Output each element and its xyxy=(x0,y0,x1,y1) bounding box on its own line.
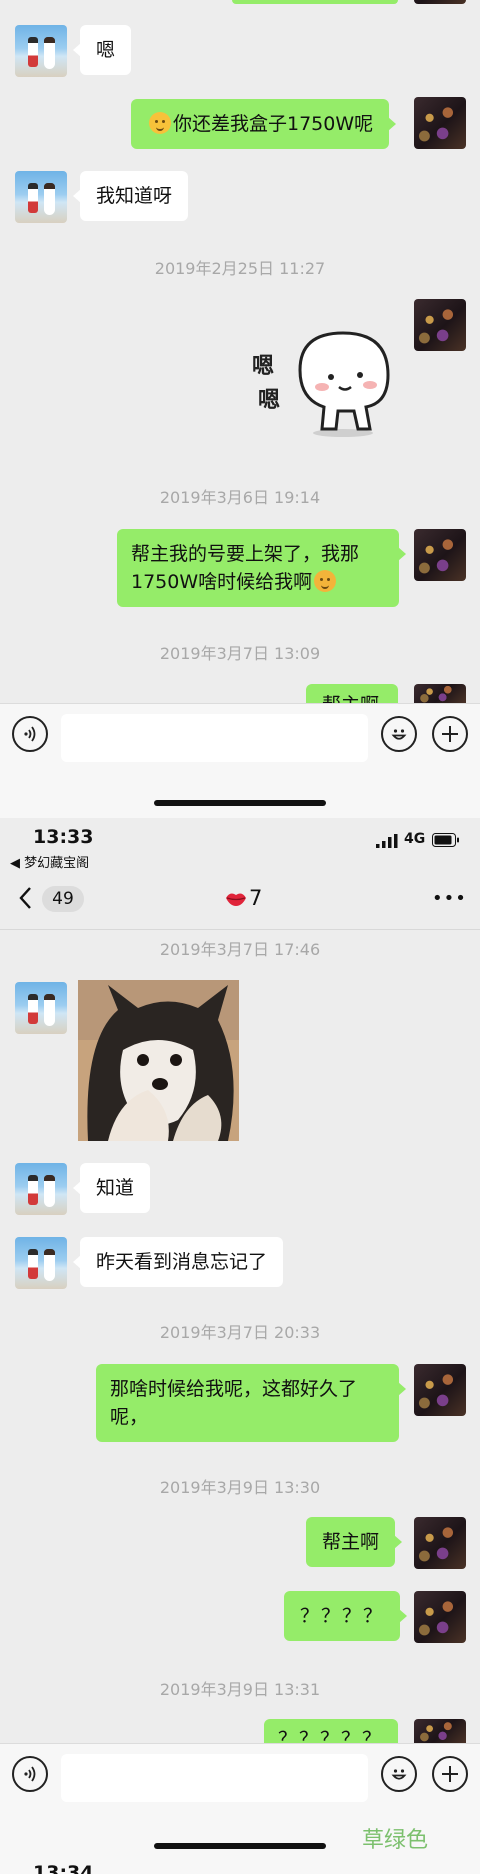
message-input[interactable] xyxy=(61,1754,368,1802)
bottom-clock: 13:34 xyxy=(33,1862,94,1874)
unread-badge[interactable]: 49 xyxy=(42,886,84,912)
cut-message-bubble: ？？？？？ xyxy=(264,1719,398,1743)
message-bubble[interactable]: 我知道呀 xyxy=(72,171,189,221)
watermark: 草绿色 xyxy=(362,1828,429,1853)
message-bubble[interactable]: 帮主我的号要上架了，我那 1750W啥时候给我啊 xyxy=(117,529,406,607)
emoji-icon[interactable] xyxy=(381,716,417,752)
chat-input-bar xyxy=(0,703,480,818)
voice-icon[interactable] xyxy=(12,716,48,752)
network-label: 4G xyxy=(404,831,426,847)
blush-emoji-icon xyxy=(149,112,171,134)
friend-avatar[interactable] xyxy=(15,982,67,1034)
voice-icon[interactable] xyxy=(12,1756,48,1792)
my-avatar[interactable] xyxy=(414,1591,466,1643)
message-text: 呢， xyxy=(110,1406,149,1428)
sticker-image[interactable]: 嗯 嗯 xyxy=(248,325,398,440)
my-avatar[interactable] xyxy=(414,1719,466,1743)
back-chevron-icon[interactable] xyxy=(18,886,32,914)
my-avatar[interactable] xyxy=(414,529,466,581)
timestamp: 2019年2月25日 11:27 xyxy=(154,259,326,278)
flushed-emoji-icon xyxy=(314,570,337,592)
chat-header: 13:33 ◀ 梦幻藏宝阁 4G 49 7 ••• xyxy=(0,818,480,930)
emoji-icon[interactable] xyxy=(381,1756,417,1792)
message-bubble[interactable]: 你还差我盒子1750W呢 xyxy=(131,99,397,149)
friend-avatar[interactable] xyxy=(15,1237,67,1289)
status-time: 13:33 xyxy=(33,826,94,848)
friend-avatar[interactable] xyxy=(15,25,67,77)
friend-avatar[interactable] xyxy=(15,1163,67,1215)
chat-input-bar: 草绿色 13:34 xyxy=(0,1743,480,1874)
timestamp: 2019年3月7日 20:33 xyxy=(159,1323,321,1342)
my-avatar[interactable] xyxy=(414,684,466,703)
plus-icon[interactable] xyxy=(432,1756,468,1792)
message-text: 帮主我的号要上架了，我那 xyxy=(131,543,360,565)
my-avatar[interactable] xyxy=(414,97,466,149)
svg-text:嗯: 嗯 xyxy=(258,388,280,413)
battery-icon xyxy=(432,832,460,847)
cut-message-bubble: 帮主啊 xyxy=(306,684,398,703)
message-text: 你还差我盒子1750W呢 xyxy=(173,113,374,135)
cut-bubble-top xyxy=(232,0,398,4)
home-indicator xyxy=(154,800,326,806)
message-bubble[interactable]: 帮主啊 xyxy=(306,1517,403,1567)
plus-icon[interactable] xyxy=(432,716,468,752)
chat-title: 7 xyxy=(249,886,263,910)
message-input[interactable] xyxy=(61,714,368,762)
message-text: 那啥时候给我呢，这都好久了 xyxy=(110,1378,358,1400)
timestamp: 2019年3月7日 17:46 xyxy=(159,940,321,959)
timestamp: 2019年3月7日 13:09 xyxy=(159,644,321,663)
back-to-app[interactable]: ◀ 梦幻藏宝阁 xyxy=(10,852,89,871)
my-avatar[interactable] xyxy=(414,299,466,351)
my-avatar[interactable] xyxy=(414,1364,466,1416)
message-bubble[interactable]: 嗯 xyxy=(72,25,132,75)
message-bubble[interactable]: ？？？？ xyxy=(284,1591,408,1641)
message-bubble[interactable]: 知道 xyxy=(72,1163,151,1213)
timestamp: 2019年3月9日 13:30 xyxy=(159,1478,321,1497)
message-bubble[interactable]: 那啥时候给我呢，这都好久了 呢， xyxy=(96,1364,406,1442)
message-text: 1750W啥时候给我啊 xyxy=(131,571,313,593)
my-avatar[interactable] xyxy=(414,1517,466,1569)
more-icon[interactable]: ••• xyxy=(432,888,467,909)
message-bubble[interactable]: 昨天看到消息忘记了 xyxy=(72,1237,284,1287)
timestamp: 2019年3月9日 13:31 xyxy=(159,1680,321,1699)
my-avatar[interactable] xyxy=(414,0,466,4)
friend-avatar[interactable] xyxy=(15,171,67,223)
lips-icon xyxy=(224,889,248,913)
timestamp: 2019年3月6日 19:14 xyxy=(159,488,321,507)
dog-image[interactable] xyxy=(78,980,239,1141)
home-indicator xyxy=(154,1843,326,1849)
svg-text:嗯: 嗯 xyxy=(252,354,274,379)
signal-icon xyxy=(376,833,398,848)
